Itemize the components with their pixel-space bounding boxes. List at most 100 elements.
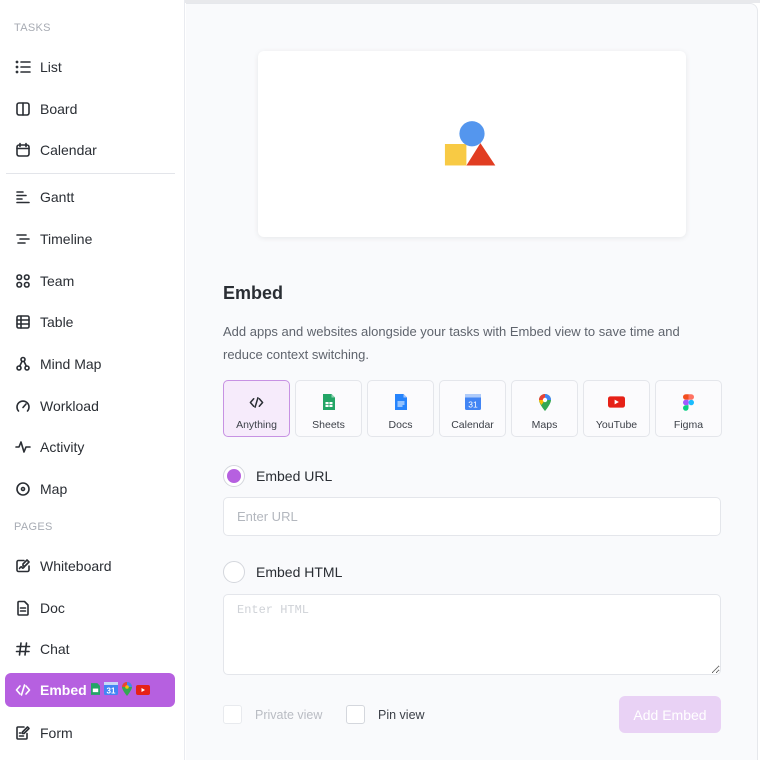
tile-label: YouTube [595,419,638,431]
illustration-square [444,144,467,166]
sidebar-item-mind-map[interactable]: Mind Map [5,347,175,381]
sidebar-item-label: Embed [40,682,87,698]
tile-label: Anything [236,419,277,431]
map-pin-icon [15,481,31,497]
private-view-option[interactable]: Private view [223,705,322,724]
youtube-icon [135,682,150,698]
tile-label: Calendar [451,419,494,431]
google-sheets-icon [90,682,100,698]
hash-icon [15,641,31,657]
doc-icon [15,600,31,616]
sidebar-item-label: Table [40,314,74,330]
gantt-icon [15,189,31,205]
pin-view-checkbox[interactable] [346,705,365,724]
sidebar-item-chat[interactable]: Chat [5,632,175,666]
figma-icon [680,393,698,411]
sidebar: TASKS List Board Calendar Gantt Timeline… [0,0,185,760]
sidebar-item-label: Activity [40,439,85,455]
section-label-pages: PAGES [14,521,53,533]
google-maps-icon [121,681,132,699]
sidebar-item-label: Whiteboard [40,558,112,574]
tile-docs[interactable]: Docs [367,380,434,437]
add-embed-button[interactable]: Add Embed [619,696,721,733]
pin-view-label: Pin view [378,707,425,722]
illustration-circle [459,121,485,147]
sidebar-item-calendar[interactable]: Calendar [5,133,175,167]
illustration-triangle [466,143,496,166]
sidebar-item-label: Calendar [40,142,97,158]
sidebar-item-timeline[interactable]: Timeline [5,222,175,256]
embed-html-option[interactable]: Embed HTML [223,561,342,583]
youtube-icon [608,393,626,411]
team-icon [15,273,31,289]
sidebar-item-embed[interactable]: Embed 31 [5,673,175,707]
sidebar-item-label: Team [40,273,75,289]
tile-sheets[interactable]: Sheets [295,380,362,437]
list-icon [15,59,31,75]
sidebar-item-label: Workload [40,398,99,414]
tile-label: Sheets [312,419,345,431]
tile-maps[interactable]: Maps [511,380,578,437]
page-description: Add apps and websites alongside your tas… [223,324,680,362]
tile-calendar[interactable]: 31 Calendar [439,380,506,437]
embed-type-tiles: Anything Sheets Docs 31 Calendar Maps Yo… [223,380,722,437]
private-view-label: Private view [255,707,323,722]
sidebar-item-label: Map [40,481,68,497]
embed-preview-card [258,51,686,237]
sidebar-item-label: Gantt [40,189,75,205]
tile-label: Maps [531,419,558,431]
embed-html-radio[interactable] [223,561,245,583]
whiteboard-icon [15,558,31,574]
timeline-icon [15,231,31,247]
sidebar-item-list[interactable]: List [5,50,175,84]
sidebar-item-doc[interactable]: Doc [5,591,175,625]
tile-youtube[interactable]: YouTube [583,380,650,437]
tile-anything[interactable]: Anything [223,380,290,437]
embed-url-input[interactable] [223,497,721,536]
private-view-checkbox[interactable] [223,705,242,724]
workload-icon [15,398,31,414]
code-icon [15,682,31,698]
google-maps-icon [536,393,554,411]
google-calendar-icon: 31 [464,393,482,411]
calendar-icon [15,142,31,158]
page-title: Embed [223,283,284,303]
embed-url-option[interactable]: Embed URL [223,465,332,487]
sidebar-item-label: Timeline [40,231,93,247]
mind-map-icon [15,356,31,372]
pin-view-option[interactable]: Pin view [346,705,425,724]
sidebar-item-label: Form [40,725,73,741]
sidebar-item-label: List [40,59,62,75]
embed-html-label: Embed HTML [256,564,343,580]
google-docs-icon [392,393,410,411]
embed-url-label: Embed URL [256,468,333,484]
sidebar-item-board[interactable]: Board [5,92,175,126]
sidebar-item-label: Doc [40,600,65,616]
sidebar-item-table[interactable]: Table [5,305,175,339]
table-icon [15,314,31,330]
sidebar-divider [6,173,175,174]
sidebar-item-form[interactable]: Form [5,716,175,750]
sidebar-item-map[interactable]: Map [5,472,175,506]
svg-text:31: 31 [468,400,478,410]
tile-label: Docs [388,419,413,431]
embed-html-textarea[interactable] [223,594,721,675]
sidebar-item-label: Board [40,101,78,117]
tile-label: Figma [673,419,704,431]
sidebar-item-workload[interactable]: Workload [5,389,175,423]
sidebar-item-label: Mind Map [40,356,102,372]
section-label-tasks: TASKS [14,22,51,34]
sidebar-item-whiteboard[interactable]: Whiteboard [5,549,175,583]
activity-icon [15,439,31,455]
shapes-illustration [444,121,496,166]
code-icon [248,393,266,411]
google-sheets-icon [320,393,338,411]
svg-text:31: 31 [106,687,115,696]
sidebar-item-activity[interactable]: Activity [5,430,175,464]
sidebar-item-gantt[interactable]: Gantt [5,180,175,214]
form-icon [15,725,31,741]
board-icon [15,101,31,117]
embed-url-radio[interactable] [223,465,245,487]
sidebar-item-team[interactable]: Team [5,264,175,298]
tile-figma[interactable]: Figma [655,380,722,437]
